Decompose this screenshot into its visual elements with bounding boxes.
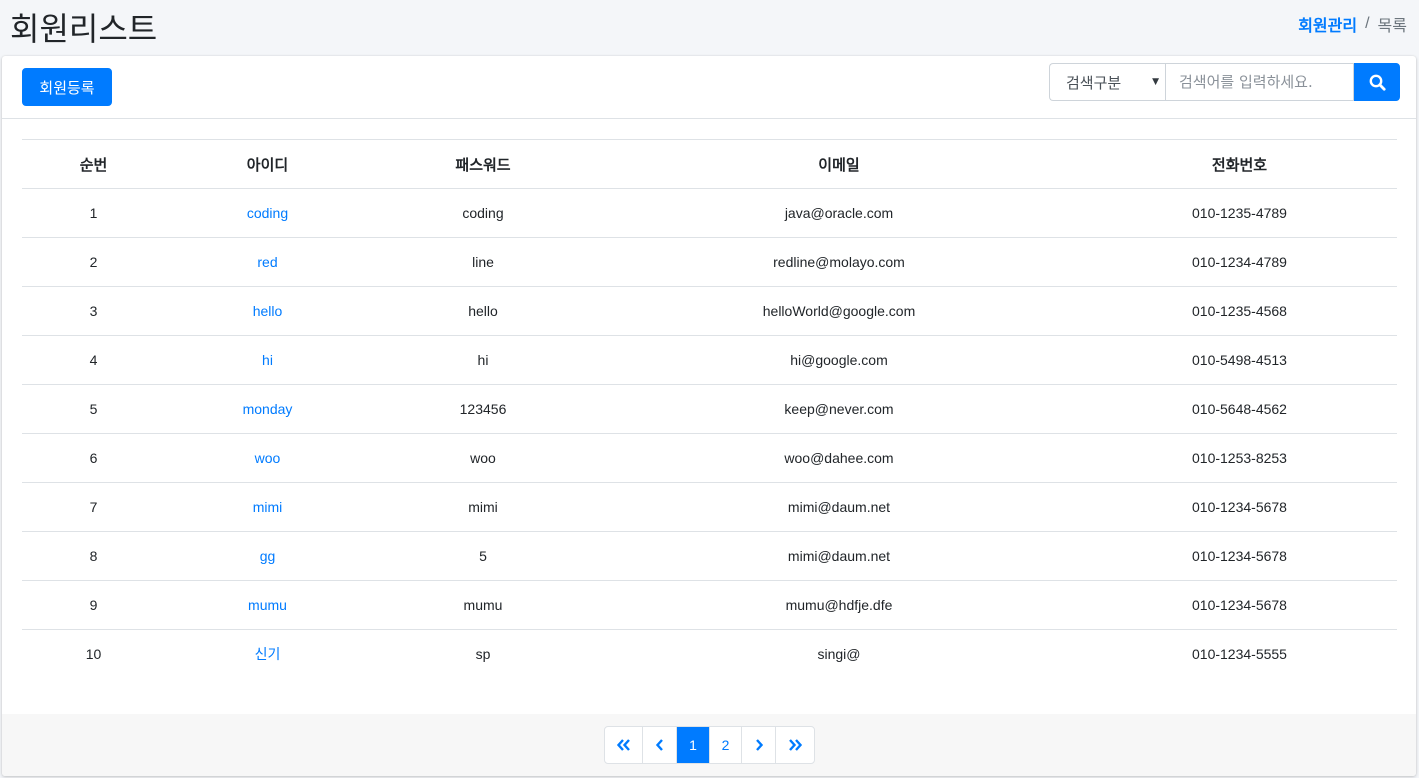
table-body: 1 coding coding java@oracle.com 010-1235-478… (22, 188, 1397, 679)
seq-cell: 10 (85, 646, 102, 663)
table-row: 2 red line redline@molayo.com 010-1234-4789 (22, 237, 1397, 287)
seq-cell: 7 (22, 482, 165, 532)
next-page-button[interactable] (742, 727, 776, 763)
id-cell[interactable]: hello (165, 286, 370, 336)
member-table: 순번 아이디 패스워드 이메일 전화번호 1 coding coding java@oracl… (22, 139, 1397, 679)
seq-cell: 5 (22, 384, 165, 434)
last-page-button[interactable] (776, 727, 814, 763)
phone-cell: 010-1235-4789 (1082, 188, 1397, 238)
chevron-left-icon (655, 739, 663, 751)
phone-cell: 010-5498-4513 (1082, 335, 1397, 385)
double-chevron-right-icon (789, 739, 802, 751)
password-cell: 5 (370, 531, 596, 581)
table-row: 10 신기 sp singi@ 010-1234-5555 (22, 630, 1397, 679)
id-cell[interactable]: coding (165, 188, 370, 238)
seq-cell: 2 (22, 237, 165, 287)
table-row: 4 hi hi hi@google.com 010-5498-4513 (22, 335, 1397, 385)
chevron-right-icon (755, 739, 763, 751)
page-header: 회원리스트 회원관리 / 목록 (0, 0, 1419, 52)
page-title: 회원리스트 (10, 10, 158, 48)
phone-cell: 010-1234-5555 (1192, 646, 1287, 663)
page-2-button[interactable]: 2 (710, 727, 742, 763)
caret-down-icon: ▼ (1152, 77, 1159, 87)
password-cell: mimi (370, 482, 596, 532)
seq-cell: 9 (22, 580, 165, 630)
breadcrumb-separator: / (1365, 15, 1370, 32)
breadcrumb-link-member-management[interactable]: 회원관리 (1298, 12, 1357, 36)
password-cell: coding (370, 188, 596, 238)
double-chevron-left-icon (616, 739, 630, 751)
search-button[interactable] (1354, 63, 1400, 101)
id-cell[interactable]: hi (165, 335, 370, 385)
member-table-wrapper: 순번 아이디 패스워드 이메일 전화번호 1 coding coding java@oracl… (22, 139, 1397, 679)
id-cell[interactable]: mimi (165, 482, 370, 532)
phone-cell: 010-1234-4789 (1082, 237, 1397, 287)
col-header-email: 이메일 (596, 139, 1082, 189)
email-cell: mimi@daum.net (596, 482, 1082, 532)
phone-cell: 010-5648-4562 (1082, 384, 1397, 434)
email-cell: mumu@hdfje.dfe (596, 580, 1082, 630)
email-cell: hi@google.com (596, 335, 1082, 385)
password-cell: line (370, 237, 596, 287)
table-row: 6 woo woo woo@dahee.com 010-1253-8253 (22, 433, 1397, 483)
email-cell: java@oracle.com (596, 188, 1082, 238)
search-type-select[interactable]: 검색구분 ▼ (1049, 63, 1165, 101)
col-header-id: 아이디 (165, 139, 370, 189)
search-input[interactable] (1165, 63, 1354, 101)
password-cell: mumu (370, 580, 596, 630)
seq-cell: 8 (22, 531, 165, 581)
search-type-value: 검색구분 (1066, 73, 1122, 92)
email-cell: keep@never.com (596, 384, 1082, 434)
email-cell: helloWorld@google.com (596, 286, 1082, 336)
id-cell[interactable]: monday (165, 384, 370, 434)
phone-cell: 010-1234-5678 (1082, 482, 1397, 532)
table-row: 3 hello hello helloWorld@google.com 010-1235… (22, 286, 1397, 336)
phone-cell: 010-1234-5678 (1082, 580, 1397, 630)
email-cell: singi@ (817, 646, 861, 663)
id-cell[interactable]: 신기 (165, 630, 370, 679)
card-footer: 1 2 (2, 714, 1416, 776)
breadcrumb-current: 목록 (1377, 18, 1407, 35)
card-header: 회원등록 검색구분 ▼ (2, 56, 1416, 119)
phone-cell: 010-1253-8253 (1082, 433, 1397, 483)
member-list-card: 회원등록 검색구분 ▼ 순번아이디패스워드이메일전화번호 1coding (2, 56, 1416, 776)
col-header-seq: 순번 (22, 139, 165, 189)
page-1-button[interactable]: 1 (677, 727, 710, 763)
breadcrumb: 회원관리 / 목록 (1298, 12, 1407, 36)
password-cell: 123456 (370, 384, 596, 434)
id-cell[interactable]: red (165, 237, 370, 287)
password-cell: woo (370, 433, 596, 483)
seq-cell: 1 (22, 188, 165, 238)
search-group: 검색구분 ▼ (1049, 63, 1400, 101)
search-icon (1369, 74, 1386, 91)
password-cell: sp (475, 646, 491, 663)
pagination: 1 2 (604, 726, 815, 764)
col-header-password: 패스워드 (370, 139, 596, 189)
seq-cell: 4 (22, 335, 165, 385)
table-header-row: 순번 아이디 패스워드 이메일 전화번호 (22, 139, 1397, 189)
table-row: 9 mumu mumu mumu@hdfje.dfe 010-1234-5678 (22, 580, 1397, 630)
seq-cell: 6 (22, 433, 165, 483)
table-row: 7 mimi mimi mimi@daum.net 010-1234-5678 (22, 482, 1397, 532)
first-page-button[interactable] (605, 727, 643, 763)
id-cell[interactable]: mumu (165, 580, 370, 630)
email-cell: mimi@daum.net (596, 531, 1082, 581)
phone-cell: 010-1234-5678 (1082, 531, 1397, 581)
id-cell[interactable]: woo (165, 433, 370, 483)
prev-page-button[interactable] (643, 727, 677, 763)
register-member-button[interactable]: 회원등록 (22, 68, 112, 106)
id-cell[interactable]: gg (165, 531, 370, 581)
table-row: 1 coding coding java@oracle.com 010-1235-478… (22, 188, 1397, 238)
col-header-phone: 전화번호 (1082, 139, 1397, 189)
password-cell: hi (370, 335, 596, 385)
seq-cell: 3 (22, 286, 165, 336)
phone-cell: 010-1235-4568 (1082, 286, 1397, 336)
table-row: 5 monday 123456 keep@never.com 010-5648-4562 (22, 384, 1397, 434)
email-cell: woo@dahee.com (596, 433, 1082, 483)
table-row: 8 gg 5 mimi@daum.net 010-1234-5678 (22, 531, 1397, 581)
email-cell: redline@molayo.com (596, 237, 1082, 287)
password-cell: hello (370, 286, 596, 336)
